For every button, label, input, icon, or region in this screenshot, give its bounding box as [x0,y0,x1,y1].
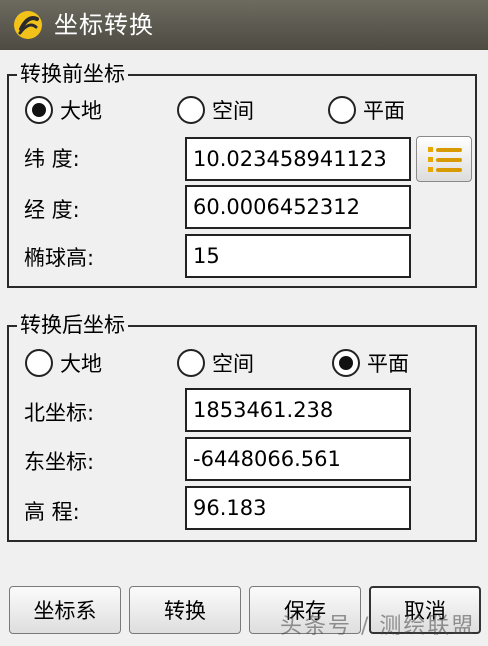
before-radio-geodetic[interactable]: 大地 [25,94,102,126]
window-title: 坐标转换 [54,11,154,39]
ellipsoid-height-label: 椭球高: [24,246,95,270]
coordinate-system-button[interactable]: 坐标系 [9,586,121,634]
radio-checked-icon [332,349,360,377]
point-list-button[interactable] [416,136,472,182]
easting-label: 东坐标: [24,450,95,474]
radio-label: 空间 [212,352,254,376]
easting-input[interactable] [185,437,411,481]
title-bar: 坐标转换 [0,0,488,50]
watermark-text: 头条号 / 测绘联盟 [280,614,476,639]
after-radio-geodetic[interactable]: 大地 [25,347,102,379]
elevation-label: 高 程: [24,500,80,524]
elevation-input[interactable] [185,486,411,530]
before-coordinates-legend: 转换前坐标 [17,60,128,88]
after-radio-spatial[interactable]: 空间 [177,347,254,379]
radio-label: 空间 [212,99,254,123]
list-icon [428,147,462,172]
radio-unchecked-icon [177,96,205,124]
northing-label: 北坐标: [24,401,95,425]
northing-input[interactable] [185,388,411,432]
radio-unchecked-icon [177,349,205,377]
latitude-label: 纬 度: [24,147,80,171]
before-radio-plane[interactable]: 平面 [328,94,405,126]
after-coordinates-legend: 转换后坐标 [17,311,128,339]
ellipsoid-height-input[interactable] [185,234,411,278]
radio-label: 平面 [363,99,405,123]
radio-label: 平面 [367,352,409,376]
longitude-input[interactable] [185,185,411,229]
radio-label: 大地 [60,352,102,376]
app-logo-icon [14,11,42,39]
radio-checked-icon [25,96,53,124]
latitude-input[interactable] [185,137,411,181]
longitude-label: 经 度: [24,198,80,222]
radio-unchecked-icon [25,349,53,377]
before-radio-spatial[interactable]: 空间 [177,94,254,126]
after-radio-plane[interactable]: 平面 [332,347,409,379]
radio-label: 大地 [60,99,102,123]
radio-unchecked-icon [328,96,356,124]
convert-button[interactable]: 转换 [129,586,241,634]
